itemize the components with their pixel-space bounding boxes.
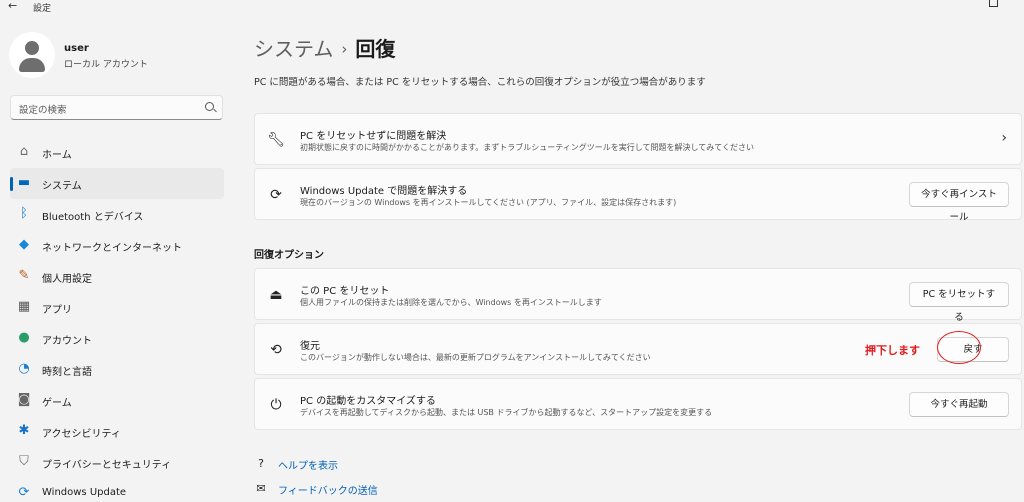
sidebar-item-wifi[interactable]: ◆ ネットワークとインターネット [10,230,224,261]
user-name: user [64,43,89,54]
update-icon: ⟳ [18,485,30,500]
help-icon: ? [258,457,264,470]
reset-pc-title: この PC をリセット [300,286,390,297]
history-icon: ⟲ [270,342,282,358]
search-icon[interactable] [205,102,214,111]
title-bar: ← 設定 [0,0,1024,14]
troubleshoot-card[interactable]: 🔧︎ PC をリセットせずに問題を解決 初期状態に戻すのに時間がかかることがあり… [254,113,1022,165]
sidebar-item-person[interactable]: ● アカウント [10,323,224,354]
help-link[interactable]: ? ヘルプを表示 [254,457,454,472]
accessibility-icon: ✱ [18,423,30,438]
paintbrush-icon: ✎ [18,268,30,283]
restore-title: 復元 [300,341,320,352]
sidebar-item-update[interactable]: ⟳ Windows Update [10,478,224,502]
advanced-startup-card: ⏻ PC の起動をカスタマイズする デバイスを再起動してディスクから起動、または… [254,378,1022,430]
sidebar-nav: ⌂ ホーム ▬ システム ᛒ Bluetooth とデバイス ◆ ネットワークとインターネット… [10,137,224,502]
apps-icon: ▦ [17,299,31,314]
sidebar-item-label: アクセシビリティ [42,429,121,440]
avatar [9,32,55,78]
window-title: 設定 [33,4,52,14]
avatar-head-icon [25,41,39,55]
sidebar-item-bluetooth[interactable]: ᛒ Bluetooth とデバイス [10,199,224,230]
gamepad-icon: ◙ [17,392,31,407]
reinstall-now-button[interactable]: 今すぐ再インストール [909,182,1009,223]
feedback-icon: ✉ [256,482,266,495]
chevron-right-icon[interactable]: › [1001,130,1007,146]
wrench-icon: 🔧︎ [267,132,285,148]
sidebar-item-label: アプリ [42,305,72,316]
sidebar-item-label: ネットワークとインターネット [42,243,182,254]
user-profile[interactable]: user ローカル アカウント [9,32,229,78]
breadcrumb-current: 回復 [355,37,396,61]
annotation-text: 押下します [865,344,920,357]
person-icon: ● [18,330,30,345]
sidebar-item-globe-clock[interactable]: ◔ 時刻と言語 [10,354,224,385]
advanced-startup-subtitle: デバイスを再起動してディスクから起動、または USB ドライブから起動するなど、… [300,408,713,417]
reset-pc-button[interactable]: PC をリセットする [909,282,1009,323]
sidebar-item-label: 時刻と言語 [42,367,92,378]
sync-icon: ⟳ [270,187,282,203]
sidebar-item-apps[interactable]: ▦ アプリ [10,292,224,323]
feedback-link[interactable]: ✉ フィードバックの送信 [254,482,454,497]
recovery-options-heading: 回復オプション [254,250,324,261]
advanced-startup-title: PC の起動をカスタマイズする [300,396,436,407]
sidebar-item-monitor[interactable]: ▬ システム [10,168,224,199]
sidebar-item-label: ホーム [42,150,72,161]
sidebar-item-label: Windows Update [42,487,127,498]
restore-window-icon[interactable] [989,0,998,7]
troubleshoot-subtitle: 初期状態に戻すのに時間がかかることがあります。まずトラブルシューティングツールを… [300,143,754,152]
sidebar-item-paintbrush[interactable]: ✎ 個人用設定 [10,261,224,292]
sidebar-item-accessibility[interactable]: ✱ アクセシビリティ [10,416,224,447]
sidebar-item-shield[interactable]: ⛉ プライバシーとセキュリティ [10,447,224,478]
annotation-circle [937,331,981,364]
sidebar-item-label: Bluetooth とデバイス [42,212,144,223]
globe-clock-icon: ◔ [18,361,30,376]
advanced-startup-icon: ⏻ [270,397,282,413]
shield-icon: ⛉ [19,454,29,469]
reset-pc-icon: ⏏ [269,287,283,303]
reset-pc-card: ⏏ この PC をリセット 個人用ファイルの保持または削除を選んでから、Wind… [254,268,1022,323]
home-icon: ⌂ [19,144,29,159]
avatar-body-icon [19,58,45,72]
troubleshoot-title: PC をリセットせずに問題を解決 [300,131,447,142]
help-link-text[interactable]: ヘルプを表示 [278,457,338,472]
page-title: システム › 回復 [254,33,395,62]
breadcrumb-parent[interactable]: システム [254,37,333,61]
restore-subtitle: このバージョンが動作しない場合は、最新の更新プログラムをアンインストールしてみて… [300,353,651,362]
bluetooth-icon: ᛒ [20,206,28,221]
sidebar-item-home[interactable]: ⌂ ホーム [10,137,224,168]
page-description: PC に問題がある場合、または PC をリセットする場合、これらの回復オプション… [254,77,706,88]
sidebar-item-gamepad[interactable]: ◙ ゲーム [10,385,224,416]
breadcrumb-separator-icon: › [341,40,348,58]
sidebar-item-label: アカウント [42,336,92,347]
reset-pc-subtitle: 個人用ファイルの保持または削除を選んでから、Windows を再インストールしま… [300,298,602,307]
restart-now-button[interactable]: 今すぐ再起動 [909,392,1009,417]
sidebar-item-label: 個人用設定 [42,274,92,285]
feedback-link-text[interactable]: フィードバックの送信 [278,482,378,497]
sidebar-item-label: システム [42,181,82,192]
back-arrow-icon[interactable]: ← [8,0,17,12]
active-indicator [10,177,13,191]
windows-update-fix-title: Windows Update で問題を解決する [300,186,468,197]
account-type: ローカル アカウント [64,60,148,70]
windows-update-fix-subtitle: 現在のバージョンの Windows を再インストールしてください (アプリ、ファ… [300,198,677,207]
sidebar-item-label: ゲーム [42,398,72,409]
sidebar-item-label: プライバシーとセキュリティ [42,460,172,471]
windows-update-fix-card: ⟳ Windows Update で問題を解決する 現在のバージョンの Wind… [254,168,1022,223]
settings-search-box[interactable]: 設定の検索 [10,95,223,120]
wifi-icon: ◆ [19,237,29,252]
search-placeholder: 設定の検索 [19,105,67,116]
monitor-icon: ▬ [17,175,31,190]
